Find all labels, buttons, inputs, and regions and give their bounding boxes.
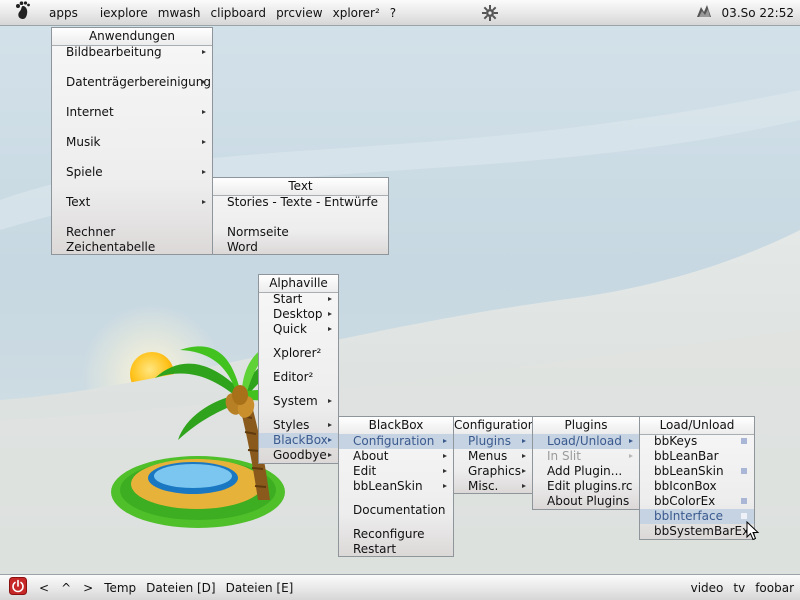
menu-item-bbleanskin[interactable]: bbLeanSkin: [339, 479, 453, 494]
topbar-iexplore[interactable]: iexplore: [95, 6, 153, 20]
topbar-apps[interactable]: apps: [44, 6, 83, 20]
menu-item-about-plugins[interactable]: About Plugins: [533, 494, 639, 509]
menu-item-edit[interactable]: Edit: [339, 464, 453, 479]
menu-configuration-title: Configuration: [454, 417, 535, 435]
menu-item-reconfigure[interactable]: Reconfigure: [339, 527, 453, 542]
menu-blackbox: BlackBox Configuration About Edit bbLean…: [338, 416, 454, 557]
menu-item-menus[interactable]: Menus: [454, 449, 532, 464]
menu-text: Text Stories - Texte - Entwürfe Normseit…: [212, 177, 389, 255]
menu-blackbox-title: BlackBox: [339, 417, 453, 435]
menu-load-unload-title: Load/Unload: [640, 417, 754, 435]
menu-configuration: Configuration Plugins Menus Graphics Mis…: [453, 416, 535, 494]
bottom-taskbar: < ^ > Temp Dateien [D] Dateien [E] video…: [0, 574, 800, 600]
menu-item-musik[interactable]: Musik: [52, 135, 212, 150]
menu-item-bildbearbeitung[interactable]: Bildbearbeitung: [52, 45, 212, 60]
menu-alphaville-title: Alphaville: [259, 275, 338, 293]
plugin-label: bbLeanBar: [654, 449, 719, 463]
loaded-indicator-icon: [741, 438, 747, 444]
menu-item-blackbox[interactable]: BlackBox: [259, 433, 338, 448]
plugin-label: bbIconBox: [654, 479, 717, 493]
menu-text-title: Text: [213, 178, 388, 196]
menu-item-start[interactable]: Start: [259, 292, 338, 307]
plugin-label: bbSystemBarEx: [654, 524, 750, 538]
menu-item-normseite[interactable]: Normseite: [213, 225, 388, 240]
menu-load-unload: Load/Unload bbKeys bbLeanBar bbLeanSkin …: [639, 416, 755, 540]
menu-item-internet[interactable]: Internet: [52, 105, 212, 120]
menu-item-desktop[interactable]: Desktop: [259, 307, 338, 322]
plugin-label: bbInterface: [654, 509, 723, 523]
plugin-label: bbColorEx: [654, 494, 716, 508]
loaded-indicator-icon: [741, 513, 747, 519]
task-dateien-d[interactable]: Dateien [D]: [141, 581, 220, 595]
plugin-item-bbleanbar[interactable]: bbLeanBar: [640, 449, 754, 464]
topbar-mwash[interactable]: mwash: [153, 6, 206, 20]
menu-item-restart[interactable]: Restart: [339, 542, 453, 557]
plugin-label: bbKeys: [654, 434, 698, 448]
topbar-help[interactable]: ?: [385, 6, 401, 20]
topbar-clipboard[interactable]: clipboard: [206, 6, 272, 20]
loaded-indicator-icon: [741, 498, 747, 504]
plugin-item-bbsystembarex[interactable]: bbSystemBarEx: [640, 524, 754, 539]
top-toolbar: apps iexplore mwash clipboard prcview xp…: [0, 0, 800, 26]
menu-plugins-title: Plugins: [533, 417, 639, 435]
tray-video[interactable]: video: [686, 581, 729, 595]
plugin-item-bbinterface[interactable]: bbInterface: [640, 509, 754, 524]
menu-item-xplorer2[interactable]: Xplorer²: [259, 346, 338, 361]
gnome-foot-icon[interactable]: [0, 0, 44, 25]
menu-anwendungen: Anwendungen Bildbearbeitung Datenträgerb…: [51, 27, 213, 255]
mouse-cursor-icon: [746, 520, 760, 541]
menu-item-text[interactable]: Text: [52, 195, 212, 210]
power-icon[interactable]: [0, 577, 33, 598]
menu-item-graphics[interactable]: Graphics: [454, 464, 532, 479]
task-temp[interactable]: Temp: [99, 581, 141, 595]
plugin-item-bbcolorex[interactable]: bbColorEx: [640, 494, 754, 509]
nav-forward-button[interactable]: >: [77, 581, 99, 595]
menu-item-configuration[interactable]: Configuration: [339, 434, 453, 449]
menu-item-edit-plugins-rc[interactable]: Edit plugins.rc: [533, 479, 639, 494]
menu-item-editor2[interactable]: Editor²: [259, 370, 338, 385]
menu-item-word[interactable]: Word: [213, 240, 388, 255]
menu-item-misc[interactable]: Misc.: [454, 479, 532, 494]
menu-item-quick[interactable]: Quick: [259, 322, 338, 337]
topbar-prcview[interactable]: prcview: [271, 6, 328, 20]
tray-tv[interactable]: tv: [728, 581, 750, 595]
menu-item-load-unload[interactable]: Load/Unload: [533, 434, 639, 449]
menu-plugins: Plugins Load/Unload In Slit Add Plugin..…: [532, 416, 640, 510]
menu-anwendungen-title: Anwendungen: [52, 28, 212, 46]
nav-up-button[interactable]: ^: [55, 581, 77, 595]
menu-item-rechner[interactable]: Rechner: [52, 225, 212, 240]
plugin-item-bbiconbox[interactable]: bbIconBox: [640, 479, 754, 494]
topbar-xplorer[interactable]: xplorer²: [328, 6, 385, 20]
menu-item-about[interactable]: About: [339, 449, 453, 464]
settings-gear-icon[interactable]: [481, 4, 499, 25]
menu-item-stories[interactable]: Stories - Texte - Entwürfe: [213, 195, 388, 210]
tray-network-icon[interactable]: [691, 3, 717, 22]
menu-item-datentraegerbereinigung[interactable]: Datenträgerbereinigung: [52, 75, 212, 90]
loaded-indicator-icon: [741, 468, 747, 474]
menu-item-in-slit[interactable]: In Slit: [533, 449, 639, 464]
menu-item-goodbye[interactable]: Goodbye: [259, 448, 338, 463]
menu-item-add-plugin[interactable]: Add Plugin...: [533, 464, 639, 479]
menu-item-plugins[interactable]: Plugins: [454, 434, 532, 449]
nav-back-button[interactable]: <: [33, 581, 55, 595]
clock: 03.So 22:52: [721, 5, 794, 20]
menu-item-system[interactable]: System: [259, 394, 338, 409]
menu-item-documentation[interactable]: Documentation: [339, 503, 453, 518]
menu-item-spiele[interactable]: Spiele: [52, 165, 212, 180]
plugin-item-bbkeys[interactable]: bbKeys: [640, 434, 754, 449]
plugin-label: bbLeanSkin: [654, 464, 724, 478]
menu-item-zeichentabelle[interactable]: Zeichentabelle: [52, 240, 212, 255]
tray-foobar[interactable]: foobar: [750, 581, 800, 595]
plugin-item-bbleanskin[interactable]: bbLeanSkin: [640, 464, 754, 479]
task-dateien-e[interactable]: Dateien [E]: [221, 581, 299, 595]
menu-item-styles[interactable]: Styles: [259, 418, 338, 433]
menu-alphaville: Alphaville Start Desktop Quick Xplorer² …: [258, 274, 339, 464]
